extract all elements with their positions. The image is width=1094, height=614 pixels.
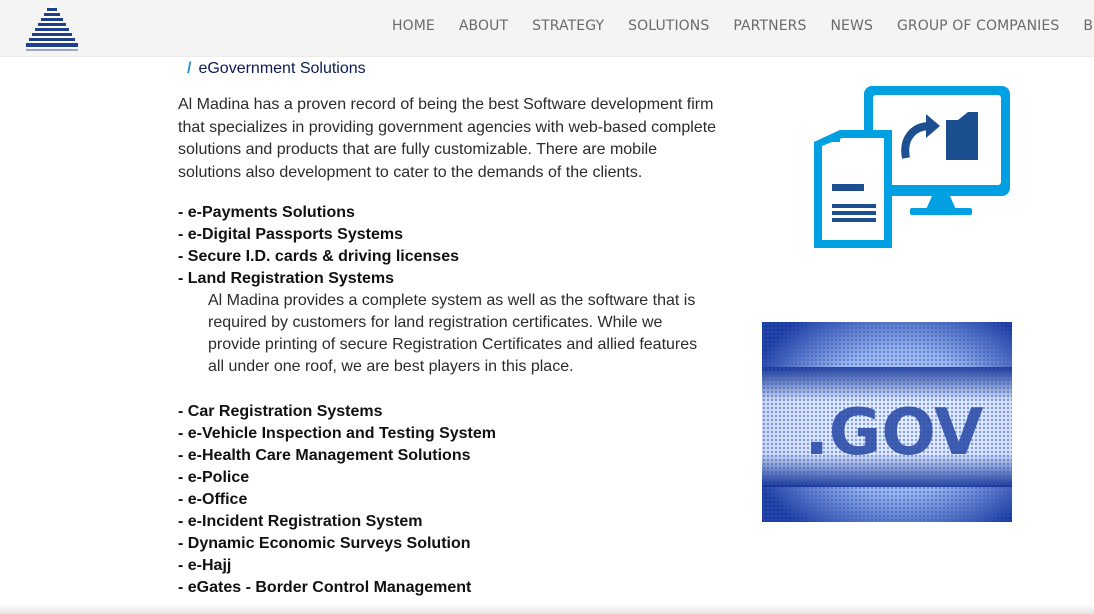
bottom-fade (0, 604, 1094, 614)
company-logo[interactable] (22, 2, 82, 52)
gov-image-text: .GOV (804, 396, 984, 470)
nav-news[interactable]: NEWS (830, 18, 872, 34)
list-item: - Dynamic Economic Surveys Solution (178, 535, 471, 552)
nav-group-of-companies[interactable]: GROUP OF COMPANIES (897, 18, 1059, 34)
solutions-list-secondary: - Car Registration Systems - e-Vehicle I… (178, 401, 738, 599)
list-item: - e-Health Care Management Solutions (178, 447, 471, 464)
main-nav: HOME ABOUT STRATEGY SOLUTIONS PARTNERS N… (380, 18, 1094, 34)
list-item: - e-Incident Registration System (178, 513, 423, 530)
gov-domain-image: .GOV (762, 322, 1012, 522)
breadcrumb-separator: / (187, 60, 192, 77)
list-item: - e-Hajj (178, 557, 232, 574)
nav-solutions[interactable]: SOLUTIONS (628, 18, 709, 34)
list-item: - eGates - Border Control Management (178, 579, 472, 596)
list-item: - e-Police (178, 469, 250, 486)
nav-strategy[interactable]: STRATEGY (532, 18, 604, 34)
breadcrumb-current: eGovernment Solutions (198, 60, 366, 77)
document-transfer-illustration (810, 80, 1016, 252)
nav-brands[interactable]: BRA (1083, 18, 1094, 34)
intro-paragraph: Al Madina has a proven record of being t… (178, 96, 717, 181)
nav-partners[interactable]: PARTNERS (733, 18, 806, 34)
list-item: - Land Registration Systems (178, 270, 395, 287)
nav-about[interactable]: ABOUT (459, 18, 508, 34)
land-registration-description: Al Madina provides a complete system as … (208, 292, 698, 375)
list-item: - e-Payments Solutions (178, 204, 355, 221)
top-navigation-bar: HOME ABOUT STRATEGY SOLUTIONS PARTNERS N… (0, 0, 1094, 57)
list-item: - e-Office (178, 491, 248, 508)
nav-home[interactable]: HOME (392, 18, 435, 34)
page: HOME ABOUT STRATEGY SOLUTIONS PARTNERS N… (0, 0, 1094, 614)
solutions-list-primary: - e-Payments Solutions - e-Digital Passp… (178, 202, 738, 290)
list-item: - Car Registration Systems (178, 403, 383, 420)
breadcrumb: / eGovernment Solutions (187, 60, 366, 78)
list-item: - e-Vehicle Inspection and Testing Syste… (178, 425, 497, 442)
list-item: - Secure I.D. cards & driving licenses (178, 248, 459, 265)
list-item: - e-Digital Passports Systems (178, 226, 403, 243)
